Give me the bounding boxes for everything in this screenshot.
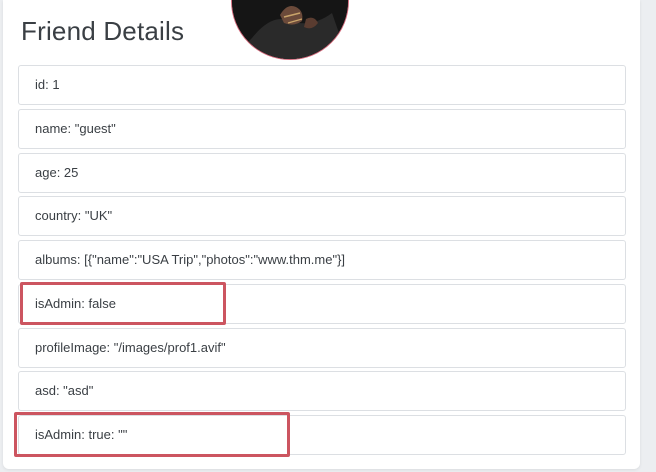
field-is-admin: isAdmin: false bbox=[18, 283, 626, 324]
profile-avatar bbox=[231, 0, 349, 60]
field-id: id: 1 bbox=[18, 65, 626, 105]
field-country: country: "UK" bbox=[18, 196, 626, 237]
field-name: name: "guest" bbox=[18, 108, 626, 149]
field-albums: albums: [{"name":"USA Trip","photos":"ww… bbox=[18, 240, 626, 280]
profile-photo-icon bbox=[232, 0, 348, 59]
field-asd: asd: "asd" bbox=[18, 371, 626, 412]
field-age: age: 25 bbox=[18, 152, 626, 193]
field-is-admin-true: isAdmin: true: "" bbox=[18, 415, 626, 455]
page-title: Friend Details bbox=[21, 16, 185, 46]
field-profile-image: profileImage: "/images/prof1.avif" bbox=[18, 327, 626, 368]
friend-fields-list: id: 1 name: "guest" age: 25 country: "UK… bbox=[18, 65, 626, 459]
